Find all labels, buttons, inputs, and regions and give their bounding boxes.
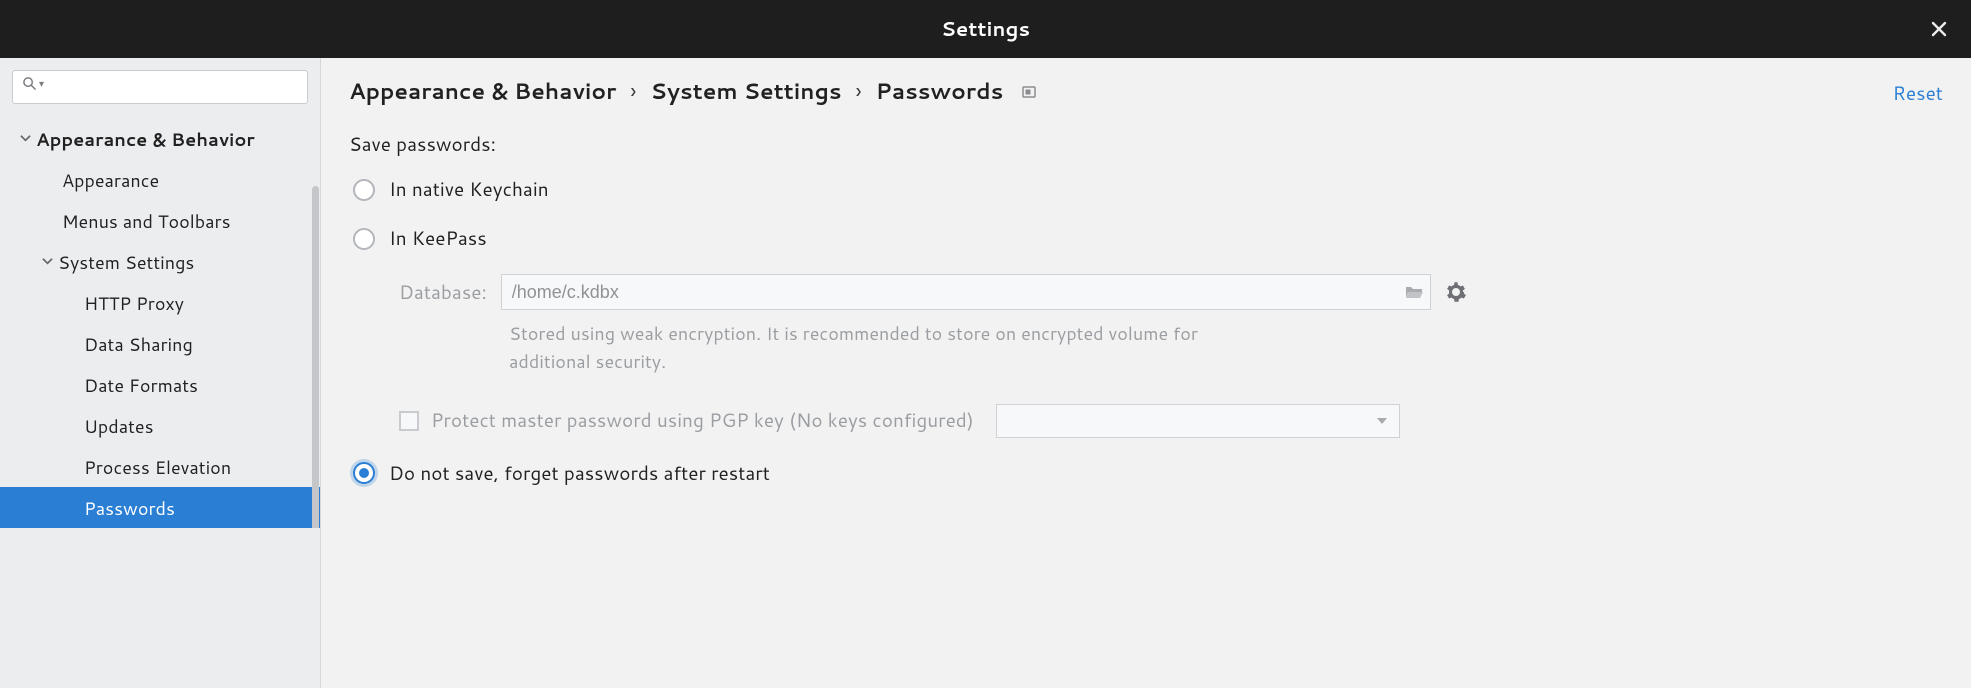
project-scope-icon bbox=[1021, 84, 1037, 100]
tree-label: Menus and Toolbars bbox=[62, 208, 231, 234]
tree-item-passwords[interactable]: Passwords bbox=[0, 487, 320, 528]
tree-item-system-settings[interactable]: System Settings bbox=[0, 241, 320, 282]
database-path-input bbox=[501, 274, 1431, 310]
tree-label: HTTP Proxy bbox=[84, 290, 184, 316]
database-hint: Stored using weak encryption. It is reco… bbox=[509, 320, 1259, 376]
tree-item-updates[interactable]: Updates bbox=[0, 405, 320, 446]
main-layout: ▾ Appearance & Behavior Appearance Menus… bbox=[0, 58, 1971, 688]
breadcrumb-separator: › bbox=[856, 76, 862, 107]
tree-label: Updates bbox=[84, 413, 154, 439]
breadcrumb-separator: › bbox=[630, 76, 636, 107]
section-heading: Save passwords: bbox=[349, 131, 1943, 158]
tree-label: Date Formats bbox=[84, 372, 198, 398]
pgp-protect-checkbox[interactable] bbox=[399, 411, 419, 431]
radio-button[interactable] bbox=[353, 179, 375, 201]
radio-button[interactable] bbox=[353, 462, 375, 484]
radio-button[interactable] bbox=[353, 228, 375, 250]
tree-item-date-formats[interactable]: Date Formats bbox=[0, 364, 320, 405]
keepass-settings: Database: Stored using weak encryption. … bbox=[399, 274, 1943, 438]
tree-label: Data Sharing bbox=[84, 331, 193, 357]
database-input-wrap bbox=[501, 274, 1431, 310]
tree-item-data-sharing[interactable]: Data Sharing bbox=[0, 323, 320, 364]
tree-item-http-proxy[interactable]: HTTP Proxy bbox=[0, 282, 320, 323]
sidebar: ▾ Appearance & Behavior Appearance Menus… bbox=[0, 58, 321, 688]
radio-label: In KeePass bbox=[389, 225, 487, 252]
titlebar: Settings bbox=[0, 0, 1971, 58]
search-icon: ▾ bbox=[22, 76, 44, 91]
radio-label: In native Keychain bbox=[389, 176, 549, 203]
search-wrap: ▾ bbox=[0, 58, 320, 114]
radio-do-not-save[interactable]: Do not save, forget passwords after rest… bbox=[353, 460, 1943, 487]
tree-label: Process Elevation bbox=[84, 454, 231, 480]
close-icon bbox=[1931, 21, 1947, 37]
tree-label: Appearance bbox=[62, 167, 159, 193]
chevron-down-icon bbox=[18, 132, 32, 146]
close-button[interactable] bbox=[1925, 15, 1953, 43]
window-title: Settings bbox=[941, 15, 1030, 43]
tree-label: Appearance & Behavior bbox=[36, 126, 255, 152]
pgp-key-dropdown[interactable] bbox=[996, 404, 1400, 438]
breadcrumb-item[interactable]: Appearance & Behavior bbox=[349, 76, 616, 107]
keepass-settings-button[interactable] bbox=[1445, 281, 1467, 303]
gear-icon bbox=[1446, 282, 1466, 302]
settings-tree: Appearance & Behavior Appearance Menus a… bbox=[0, 114, 320, 528]
breadcrumb-item[interactable]: System Settings bbox=[650, 76, 841, 107]
tree-label: Passwords bbox=[84, 495, 175, 521]
breadcrumb: Appearance & Behavior › System Settings … bbox=[349, 76, 1943, 107]
radio-label: Do not save, forget passwords after rest… bbox=[389, 460, 770, 487]
radio-native-keychain[interactable]: In native Keychain bbox=[353, 176, 1943, 203]
tree-label: System Settings bbox=[58, 249, 194, 275]
search-input[interactable] bbox=[12, 70, 308, 104]
reset-link[interactable]: Reset bbox=[1893, 80, 1943, 107]
pgp-protect-row: Protect master password using PGP key (N… bbox=[399, 404, 1943, 438]
content-pane: Appearance & Behavior › System Settings … bbox=[321, 58, 1971, 688]
tree-item-appearance-behavior[interactable]: Appearance & Behavior bbox=[0, 118, 320, 159]
tree-item-menus-toolbars[interactable]: Menus and Toolbars bbox=[0, 200, 320, 241]
tree-item-process-elevation[interactable]: Process Elevation bbox=[0, 446, 320, 487]
folder-open-icon[interactable] bbox=[1405, 284, 1423, 300]
chevron-down-icon bbox=[40, 255, 54, 269]
pgp-protect-label: Protect master password using PGP key (N… bbox=[431, 407, 974, 434]
database-label: Database: bbox=[399, 279, 487, 306]
breadcrumb-item: Passwords bbox=[876, 76, 1004, 107]
scrollbar-thumb[interactable] bbox=[312, 186, 319, 528]
tree-item-appearance[interactable]: Appearance bbox=[0, 159, 320, 200]
radio-keepass[interactable]: In KeePass bbox=[353, 225, 1943, 252]
chevron-down-icon: ▾ bbox=[39, 77, 44, 91]
database-row: Database: bbox=[399, 274, 1943, 310]
